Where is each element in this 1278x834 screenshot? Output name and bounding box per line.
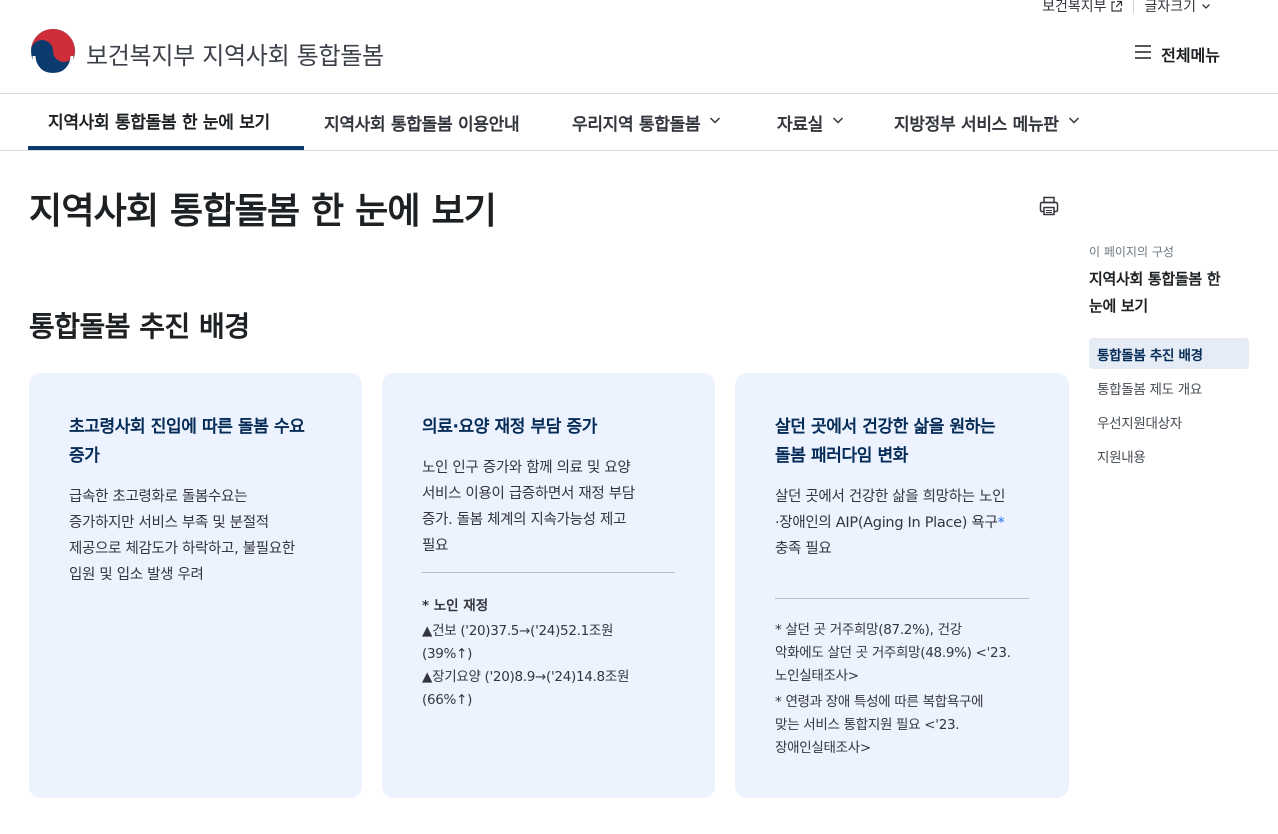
note-line: 노인실태조사> <box>775 668 859 684</box>
nav-item-overview[interactable]: 지역사회 통합돌봄 한 눈에 보기 <box>28 94 304 150</box>
card-title: 의료·요양 재정 부담 증가 <box>422 417 598 437</box>
card-paradigm-shift: 살던 곳에서 건강한 삶을 원하는 돌봄 패러다임 변화 살던 곳에서 건강한 … <box>735 373 1069 798</box>
note-line: 맞는 서비스 통합지원 필요 <'23. <box>775 717 960 733</box>
hamburger-icon <box>1134 44 1152 64</box>
note-line: 악화에도 살던 곳 거주희망(48.9%) <'23. <box>775 645 1011 661</box>
toc-title: 지역사회 통합돌봄 한 눈에 보기 <box>1089 266 1249 320</box>
toc-list: 통합돌봄 추진 배경 통합돌봄 제도 개요 우선지원대상자 지원내용 <box>1089 338 1249 471</box>
toc-label: 이 페이지의 구성 <box>1089 245 1174 259</box>
nav-item-resources[interactable]: 자료실 <box>777 94 845 150</box>
page-toc: 이 페이지의 구성 지역사회 통합돌봄 한 눈에 보기 통합돌봄 추진 배경 통… <box>1089 243 1249 474</box>
card-title: 살던 곳에서 건강한 삶을 원하는 돌봄 패러다임 변화 <box>775 413 1029 471</box>
desc-line: 서비스 이용이 급증하면서 재정 부담 <box>422 486 635 502</box>
desc-line: 충족 필요 <box>775 541 832 557</box>
all-menu-label: 전체메뉴 <box>1161 46 1220 65</box>
card-financial-burden: 의료·요양 재정 부담 증가 노인 인구 증가와 함께 의료 및 요양 서비스 … <box>382 373 715 798</box>
card-title-line: 돌봄 패러다임 변화 <box>775 446 908 466</box>
desc-line: 증가하지만 서비스 부족 및 분절적 <box>69 515 269 531</box>
card-description: 급속한 초고령화로 돌봄수요는 증가하지만 서비스 부족 및 분절적 제공으로 … <box>69 484 322 588</box>
toc-item-background[interactable]: 통합돌봄 추진 배경 <box>1089 338 1249 369</box>
desc-line: 살던 곳에서 건강한 삶을 희망하는 노인 <box>775 489 1006 505</box>
nav-item-label: 자료실 <box>777 114 824 135</box>
site-logo[interactable]: 보건복지부 지역사회 통합돌봄 <box>30 28 384 78</box>
footnote-star: * <box>997 515 1005 531</box>
main-navigation: 지역사회 통합돌봄 한 눈에 보기 지역사회 통합돌봄 이용안내 우리지역 통합… <box>0 94 1278 151</box>
desc-line: ·장애인의 AIP(Aging In Place) 욕구 <box>775 515 998 531</box>
nav-item-guide[interactable]: 지역사회 통합돌봄 이용안내 <box>324 94 520 150</box>
note-line: (66%↑) <box>422 692 473 708</box>
toc-title-line: 지역사회 통합돌봄 한 <box>1089 270 1221 288</box>
site-header: 보건복지부 지역사회 통합돌봄 전체메뉴 <box>0 0 1278 94</box>
nav-item-label: 지역사회 통합돌봄 한 눈에 보기 <box>48 112 270 133</box>
nav-item-label: 지방정부 서비스 메뉴판 <box>894 114 1059 135</box>
nav-item-label: 우리지역 통합돌봄 <box>572 114 701 135</box>
toc-title-line: 눈에 보기 <box>1089 297 1148 315</box>
note-line: ▲건보 ('20)37.5→('24)52.1조원 <box>422 623 614 639</box>
chevron-down-icon <box>1067 112 1081 132</box>
desc-line: 필요 <box>422 538 449 554</box>
note-line: 장애인실태조사> <box>775 740 871 756</box>
card-title-line: 증가 <box>69 446 100 466</box>
desc-line: 제공으로 체감도가 하락하고, 불필요한 <box>69 541 295 557</box>
chevron-down-icon <box>831 112 845 132</box>
card-title-line: 초고령사회 진입에 따른 돌봄 수요 <box>69 417 305 437</box>
card-divider <box>422 572 675 573</box>
print-button[interactable] <box>1038 195 1060 221</box>
site-title: 보건복지부 지역사회 통합돌봄 <box>86 41 384 70</box>
desc-line: 노인 인구 증가와 함께 의료 및 요양 <box>422 460 631 476</box>
nav-item-local-care[interactable]: 우리지역 통합돌봄 <box>572 94 722 150</box>
card-note: * 연령과 장애 특성에 따른 복합욕구에 맞는 서비스 통합지원 필요 <'2… <box>775 691 1029 760</box>
chevron-down-icon <box>708 112 722 132</box>
nav-item-service-menu[interactable]: 지방정부 서비스 메뉴판 <box>894 94 1081 150</box>
card-aging-society: 초고령사회 진입에 따른 돌봄 수요 증가 급속한 초고령화로 돌봄수요는 증가… <box>29 373 362 798</box>
note-line: * 살던 곳 거주희망(87.2%), 건강 <box>775 622 962 638</box>
taegeuk-logo-icon <box>30 28 76 78</box>
all-menu-button[interactable]: 전체메뉴 <box>1134 42 1220 66</box>
card-divider <box>775 598 1029 599</box>
card-title-line: 살던 곳에서 건강한 삶을 원하는 <box>775 417 996 437</box>
toc-item-support[interactable]: 지원내용 <box>1089 440 1249 471</box>
toc-item-overview[interactable]: 통합돌봄 제도 개요 <box>1089 372 1249 403</box>
desc-line: 증가. 돌봄 체계의 지속가능성 제고 <box>422 512 627 528</box>
card-title: 초고령사회 진입에 따른 돌봄 수요 증가 <box>69 413 322 471</box>
note-title: * 노인 재정 <box>422 598 489 614</box>
section-title: 통합돌봄 추진 배경 <box>29 310 250 343</box>
card-description: 노인 인구 증가와 함께 의료 및 요양 서비스 이용이 급증하면서 재정 부담… <box>422 455 675 559</box>
printer-icon <box>1038 196 1060 221</box>
note-line: (39%↑) <box>422 646 473 662</box>
card-note: * 살던 곳 거주희망(87.2%), 건강 악화에도 살던 곳 거주희망(48… <box>775 619 1029 688</box>
desc-line: 급속한 초고령화로 돌봄수요는 <box>69 489 248 505</box>
toc-item-priority[interactable]: 우선지원대상자 <box>1089 406 1249 437</box>
nav-item-label: 지역사회 통합돌봄 이용안내 <box>324 114 520 135</box>
card-description: 살던 곳에서 건강한 삶을 희망하는 노인 ·장애인의 AIP(Aging In… <box>775 484 1029 562</box>
desc-line: 입원 및 입소 발생 우려 <box>69 567 204 583</box>
page-title: 지역사회 통합돌봄 한 눈에 보기 <box>29 191 497 232</box>
note-line: * 연령과 장애 특성에 따른 복합욕구에 <box>775 694 984 710</box>
note-line: ▲장기요양 ('20)8.9→('24)14.8조원 <box>422 669 630 685</box>
card-note: ▲건보 ('20)37.5→('24)52.1조원 (39%↑) ▲장기요양 (… <box>422 620 675 712</box>
